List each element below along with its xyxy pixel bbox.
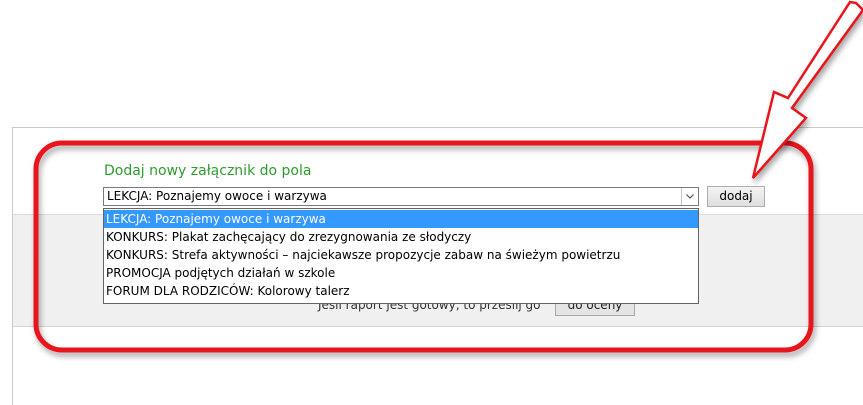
chevron-down-icon[interactable] (681, 188, 698, 205)
dropdown-option[interactable]: PROMOCJA podjętych działań w szkole (104, 264, 698, 282)
attachment-select[interactable]: LEKCJA: Poznajemy owoce i warzywa (103, 187, 699, 206)
dropdown-option[interactable]: LEKCJA: Poznajemy owoce i warzywa (104, 210, 698, 228)
dropdown-option[interactable]: FORUM DLA RODZICÓW: Kolorowy talerz (104, 282, 698, 300)
attachment-dropdown-list: LEKCJA: Poznajemy owoce i warzywa KONKUR… (103, 208, 699, 304)
dropdown-option[interactable]: KONKURS: Strefa aktywności – najciekawsz… (104, 246, 698, 264)
attachment-select-value: LEKCJA: Poznajemy owoce i warzywa (107, 189, 327, 203)
screenshot-stage: Jeśli raport jest gotowy, to prześlij go… (0, 0, 863, 405)
add-attachment-button[interactable]: dodaj (707, 186, 765, 207)
dropdown-option[interactable]: KONKURS: Plakat zachęcający do zrezygnow… (104, 228, 698, 246)
section-divider-bottom (13, 326, 863, 327)
add-attachment-title: Dodaj nowy załącznik do pola (104, 163, 312, 179)
